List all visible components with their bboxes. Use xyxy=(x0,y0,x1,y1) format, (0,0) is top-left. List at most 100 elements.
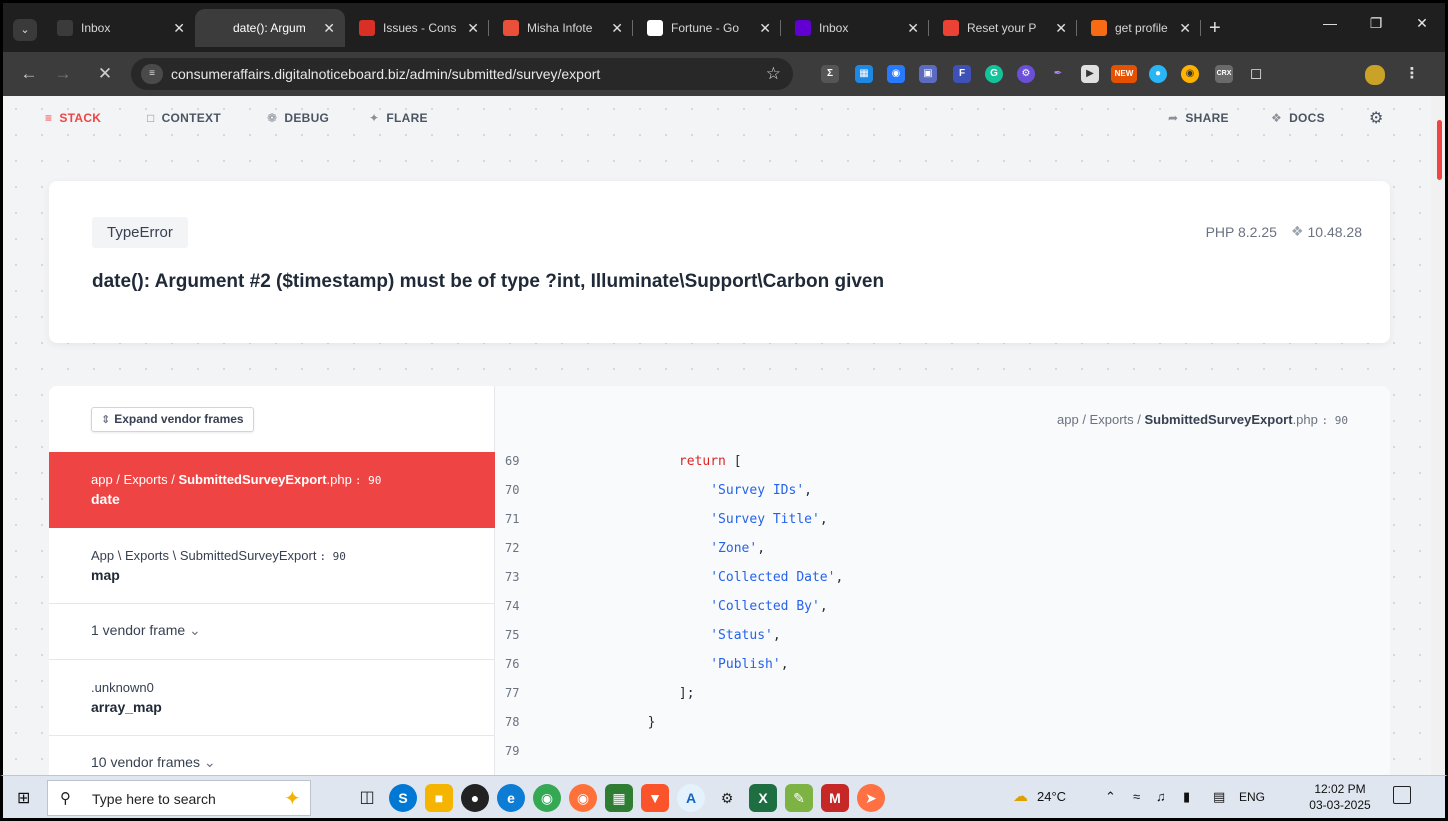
battery-icon[interactable]: ▮ xyxy=(1183,789,1190,805)
browser-tab-strip: ⌄ Inbox ✕ date(): Argum ✕ Issues - Cons ✕ Mish… xyxy=(0,0,1448,52)
fi-extension-icon[interactable]: F xyxy=(953,65,971,83)
code-rest: , xyxy=(804,483,812,498)
brave-icon[interactable]: ▼ xyxy=(641,784,669,812)
tab-title: Fortune - Go xyxy=(671,21,740,35)
postman-app-icon[interactable]: ➤ xyxy=(857,784,885,812)
weather-temp[interactable]: 24°C xyxy=(1037,789,1066,804)
tab-close-icon[interactable]: ✕ xyxy=(759,20,771,37)
mcafee-icon[interactable]: M xyxy=(821,784,849,812)
expand-vendor-frames-button[interactable]: ⇕ Expand vendor frames xyxy=(91,407,254,432)
nav-debug[interactable]: ❁ DEBUG xyxy=(267,111,329,125)
nav-share[interactable]: ➦ SHARE xyxy=(1168,111,1229,125)
nav-context[interactable]: □ CONTEXT xyxy=(147,111,221,125)
coin-extension-icon[interactable]: ◉ xyxy=(1181,65,1199,83)
stack-frame[interactable]: .unknown0 array_map xyxy=(49,660,495,736)
stack-frame[interactable]: App \ Exports \ SubmittedSurveyExport: 9… xyxy=(49,528,495,604)
nav-docs[interactable]: ❖ DOCS xyxy=(1271,111,1325,125)
page-scrollbar[interactable] xyxy=(1431,96,1445,775)
ime-icon[interactable]: ▤ xyxy=(1213,789,1225,805)
tab-search-dropdown-icon[interactable]: ⌄ xyxy=(13,19,37,41)
extensions-puzzle-icon[interactable]: ◻ xyxy=(1247,65,1265,83)
forward-icon[interactable]: → xyxy=(51,62,75,86)
code-line: 69 return [ xyxy=(495,454,1390,483)
chrome-icon[interactable]: ◉ xyxy=(533,784,561,812)
browser-tab[interactable]: Inbox ✕ xyxy=(43,9,195,47)
browser-tab[interactable]: Fortune - Go ✕ xyxy=(633,9,781,47)
edge-icon[interactable]: e xyxy=(497,784,525,812)
nav-flare[interactable]: ✦ FLARE xyxy=(369,111,428,125)
gear-extension-icon[interactable]: ⚙ xyxy=(1017,65,1035,83)
new-tab-icon[interactable]: + xyxy=(1209,9,1221,47)
browser-tab[interactable]: Misha Infote ✕ xyxy=(489,9,633,47)
restore-icon[interactable]: ❐ xyxy=(1353,3,1399,43)
tab-close-icon[interactable]: ✕ xyxy=(1179,20,1191,37)
back-icon[interactable]: ← xyxy=(17,62,41,86)
browser-tab[interactable]: Reset your P ✕ xyxy=(929,9,1077,47)
windows-start-icon[interactable]: ⊞ xyxy=(17,788,30,808)
image-viewer-icon[interactable]: ▦ xyxy=(605,784,633,812)
close-window-icon[interactable]: ✕ xyxy=(1399,3,1445,43)
tab-close-icon[interactable]: ✕ xyxy=(173,20,185,37)
site-info-icon[interactable]: ≡ xyxy=(141,64,163,84)
nav-stack[interactable]: ≡ STACK xyxy=(45,111,101,125)
line-number: 75 xyxy=(505,628,520,642)
stack-frame[interactable]: app / Exports / SubmittedSurveyExport.ph… xyxy=(49,452,495,528)
url-text[interactable]: consumeraffairs.digitalnoticeboard.biz/a… xyxy=(171,66,600,82)
weather-icon[interactable]: ☁ xyxy=(1013,787,1028,805)
tab-close-icon[interactable]: ✕ xyxy=(467,20,479,37)
tab-close-icon[interactable]: ✕ xyxy=(907,20,919,37)
app-circle-icon[interactable]: ● xyxy=(461,784,489,812)
tab-close-icon[interactable]: ✕ xyxy=(323,20,335,37)
browser-tab[interactable]: date(): Argum ✕ xyxy=(195,9,345,47)
cursor-extension-icon[interactable]: ▶ xyxy=(1081,65,1099,83)
address-bar[interactable]: ≡ consumeraffairs.digitalnoticeboard.biz… xyxy=(131,58,793,90)
browser-tab[interactable]: get profile - ✕ xyxy=(1077,9,1201,47)
code-file-name[interactable]: SubmittedSurveyExport xyxy=(1144,412,1292,427)
file-explorer-icon[interactable]: ■ xyxy=(425,784,453,812)
stop-loading-icon[interactable]: ✕ xyxy=(93,62,117,86)
excel-icon[interactable]: X xyxy=(749,784,777,812)
pen-extension-icon[interactable]: ✒ xyxy=(1049,65,1067,83)
vendor-frames-toggle[interactable]: 10 vendor frames ⌄ xyxy=(49,736,495,775)
taskbar-clock[interactable]: 12:02 PM 03-03-2025 xyxy=(1305,781,1375,813)
wifi-icon[interactable]: ≈ xyxy=(1133,789,1140,804)
profile-avatar[interactable] xyxy=(1365,65,1385,85)
language-indicator[interactable]: ENG xyxy=(1239,790,1265,804)
minimize-icon[interactable]: — xyxy=(1307,3,1353,43)
tab-close-icon[interactable]: ✕ xyxy=(1055,20,1067,37)
firefox-icon[interactable]: ◉ xyxy=(569,784,597,812)
tab-close-icon[interactable]: ✕ xyxy=(611,20,623,37)
settings-gear-icon[interactable]: ⚙ xyxy=(1369,108,1383,128)
sigma-extension-icon[interactable]: Σ xyxy=(821,65,839,83)
notes-app-icon[interactable]: ✎ xyxy=(785,784,813,812)
new-extension-icon[interactable]: NEW xyxy=(1111,65,1137,83)
app-a-icon[interactable]: A xyxy=(677,784,705,812)
taskbar-search-box[interactable]: ⚲ Type here to search ✦ xyxy=(47,780,311,816)
window-extension-icon[interactable]: ▣ xyxy=(919,65,937,83)
volume-icon[interactable]: ♫ xyxy=(1156,789,1166,804)
browser-tab[interactable]: Inbox ✕ xyxy=(781,9,929,47)
crx-extension-icon[interactable]: CRX xyxy=(1215,65,1233,83)
skype-icon[interactable]: S xyxy=(389,784,417,812)
notification-center-icon[interactable] xyxy=(1393,786,1411,804)
browser-tab[interactable]: Issues - Cons ✕ xyxy=(345,9,489,47)
screen-extension-icon[interactable]: ◉ xyxy=(887,65,905,83)
settings-app-icon[interactable]: ⚙ xyxy=(713,784,741,812)
translate-extension-icon[interactable]: ▦ xyxy=(855,65,873,83)
vendor-frames-toggle[interactable]: 1 vendor frame ⌄ xyxy=(49,604,495,660)
expand-vendor-label: Expand vendor frames xyxy=(114,412,244,426)
bookmark-star-icon[interactable]: ☆ xyxy=(766,64,781,84)
circle-extension-icon[interactable]: ● xyxy=(1149,65,1167,83)
task-view-icon[interactable]: ◫ xyxy=(353,784,381,812)
gmail-icon xyxy=(943,20,959,36)
line-number: 69 xyxy=(505,454,520,468)
tray-chevron-icon[interactable]: ⌃ xyxy=(1105,789,1116,805)
browser-menu-icon[interactable]: ⋮ xyxy=(1403,65,1421,83)
scrollbar-thumb[interactable] xyxy=(1437,120,1442,180)
grammarly-extension-icon[interactable]: G xyxy=(985,65,1003,83)
frame-path: .unknown0 xyxy=(91,680,495,695)
